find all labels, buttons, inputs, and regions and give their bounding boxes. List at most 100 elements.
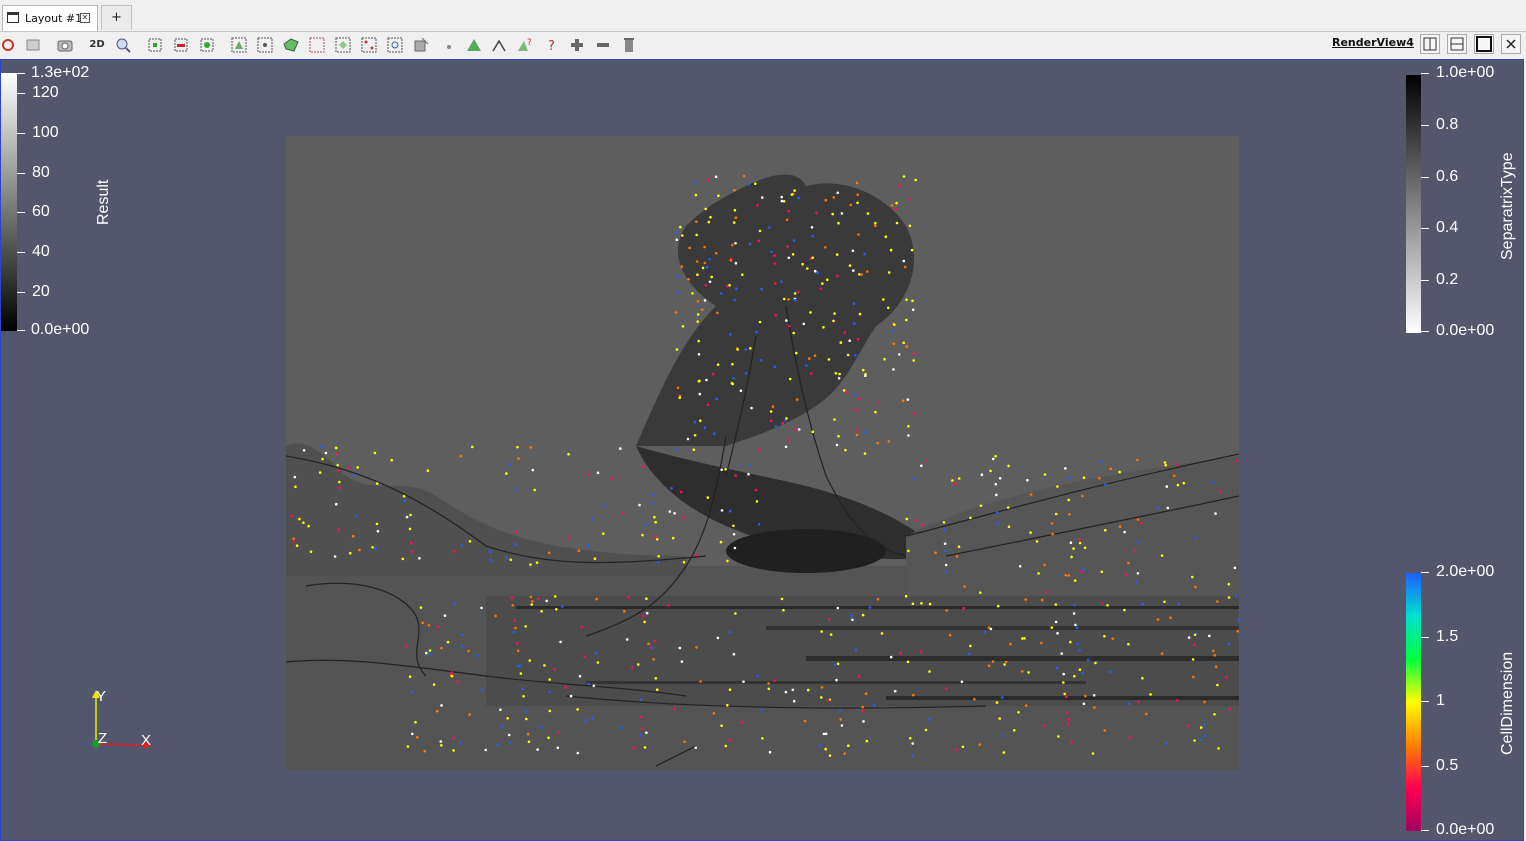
critical-point [828, 618, 831, 621]
critical-point [623, 610, 626, 613]
critical-point [761, 737, 764, 740]
critical-point [637, 663, 640, 666]
reset-session-icon[interactable] [0, 36, 18, 54]
critical-point [948, 634, 952, 637]
critical-point [1109, 467, 1112, 471]
critical-point [336, 469, 340, 472]
maximize-view-icon[interactable] [1474, 34, 1494, 54]
shrink-selection-icon[interactable] [490, 36, 508, 54]
render-view[interactable]: 1.3e+02 120 100 80 60 40 20 0.0e+00 Resu… [0, 59, 1524, 841]
critical-point [621, 511, 624, 515]
critical-point [460, 645, 463, 648]
critical-point [730, 381, 734, 385]
critical-point [484, 748, 487, 752]
critical-point [1026, 478, 1029, 482]
select-blocks-icon[interactable] [334, 36, 352, 54]
find-data-icon[interactable]: ? [516, 36, 534, 54]
critical-point [674, 311, 678, 314]
close-view-icon[interactable] [1501, 34, 1521, 54]
critical-point [1082, 702, 1086, 706]
render-view-label[interactable]: RenderView4 [1332, 36, 1414, 49]
critical-point [1029, 531, 1032, 534]
critical-point [757, 522, 761, 526]
split-vertical-icon[interactable] [1447, 34, 1467, 54]
zoom-to-box-icon[interactable] [114, 36, 132, 54]
select-cells-on-icon[interactable] [146, 36, 164, 54]
new-tab-button[interactable]: + [101, 5, 132, 30]
add-selection-icon[interactable] [568, 36, 586, 54]
critical-point [1092, 694, 1096, 697]
critical-point [834, 372, 838, 375]
split-horizontal-icon[interactable] [1420, 34, 1440, 54]
critical-point [874, 221, 877, 225]
critical-point [837, 221, 840, 225]
interactive-select-points-icon[interactable] [386, 36, 404, 54]
camera-capture-icon[interactable] [56, 36, 74, 54]
critical-point [1212, 481, 1215, 484]
critical-point [545, 599, 548, 603]
critical-point [556, 746, 560, 750]
critical-point [747, 183, 751, 186]
critical-point [1000, 696, 1004, 699]
critical-point [945, 609, 948, 612]
select-frustum-icon[interactable] [198, 36, 216, 54]
scene-image[interactable] [286, 136, 1239, 770]
2d-mode-toggle[interactable]: 2D [88, 36, 106, 54]
critical-point [374, 547, 377, 550]
query-icon[interactable]: ? [542, 36, 560, 54]
critical-point [642, 614, 645, 618]
critical-point [1027, 671, 1030, 674]
critical-point [760, 287, 763, 291]
select-points-through-icon[interactable] [256, 36, 274, 54]
critical-point [536, 748, 539, 751]
critical-point [760, 708, 764, 712]
critical-point [1176, 483, 1180, 487]
close-tab-icon[interactable]: ✕ [80, 13, 90, 23]
select-cells-through-icon[interactable] [230, 36, 248, 54]
critical-point [728, 509, 732, 513]
critical-point [755, 500, 759, 503]
critical-point [1006, 506, 1010, 509]
critical-point [989, 469, 992, 473]
celldimension-label: 1 [1436, 692, 1445, 709]
hover-points-icon[interactable] [440, 36, 458, 54]
critical-point [1203, 700, 1206, 704]
critical-point [872, 703, 876, 706]
critical-point [561, 605, 564, 608]
critical-point [459, 454, 463, 458]
subtract-selection-icon[interactable] [594, 36, 612, 54]
critical-point [734, 612, 737, 615]
result-tick [17, 252, 25, 253]
critical-point [811, 430, 815, 434]
critical-point [1227, 642, 1231, 646]
tab-layout-1[interactable]: Layout #1 ✕ [2, 5, 98, 31]
critical-point [928, 602, 932, 606]
critical-point [910, 248, 914, 252]
critical-point [840, 724, 844, 727]
critical-point [793, 189, 796, 192]
result-tick [17, 330, 25, 331]
critical-point [1123, 530, 1126, 534]
critical-point [848, 339, 851, 342]
separatrix-tick [1421, 280, 1429, 281]
critical-point [962, 606, 965, 610]
critical-point [813, 269, 817, 273]
hover-cells-icon[interactable] [412, 36, 430, 54]
select-polygon-cells-icon[interactable] [282, 36, 300, 54]
split-view-icon[interactable] [24, 36, 42, 54]
critical-point [694, 746, 697, 749]
critical-point [1073, 603, 1076, 607]
critical-point [680, 265, 684, 268]
critical-point [995, 511, 999, 514]
select-polygon-points-icon[interactable] [308, 36, 326, 54]
critical-point [1062, 681, 1065, 684]
clear-selection-icon[interactable] [620, 36, 638, 54]
select-points-on-icon[interactable] [172, 36, 190, 54]
grow-selection-icon[interactable] [465, 36, 483, 54]
critical-point [858, 273, 861, 276]
critical-point [703, 299, 707, 302]
critical-point [712, 432, 716, 436]
interactive-select-cells-icon[interactable] [360, 36, 378, 54]
critical-point [756, 204, 759, 207]
critical-point [728, 739, 732, 742]
